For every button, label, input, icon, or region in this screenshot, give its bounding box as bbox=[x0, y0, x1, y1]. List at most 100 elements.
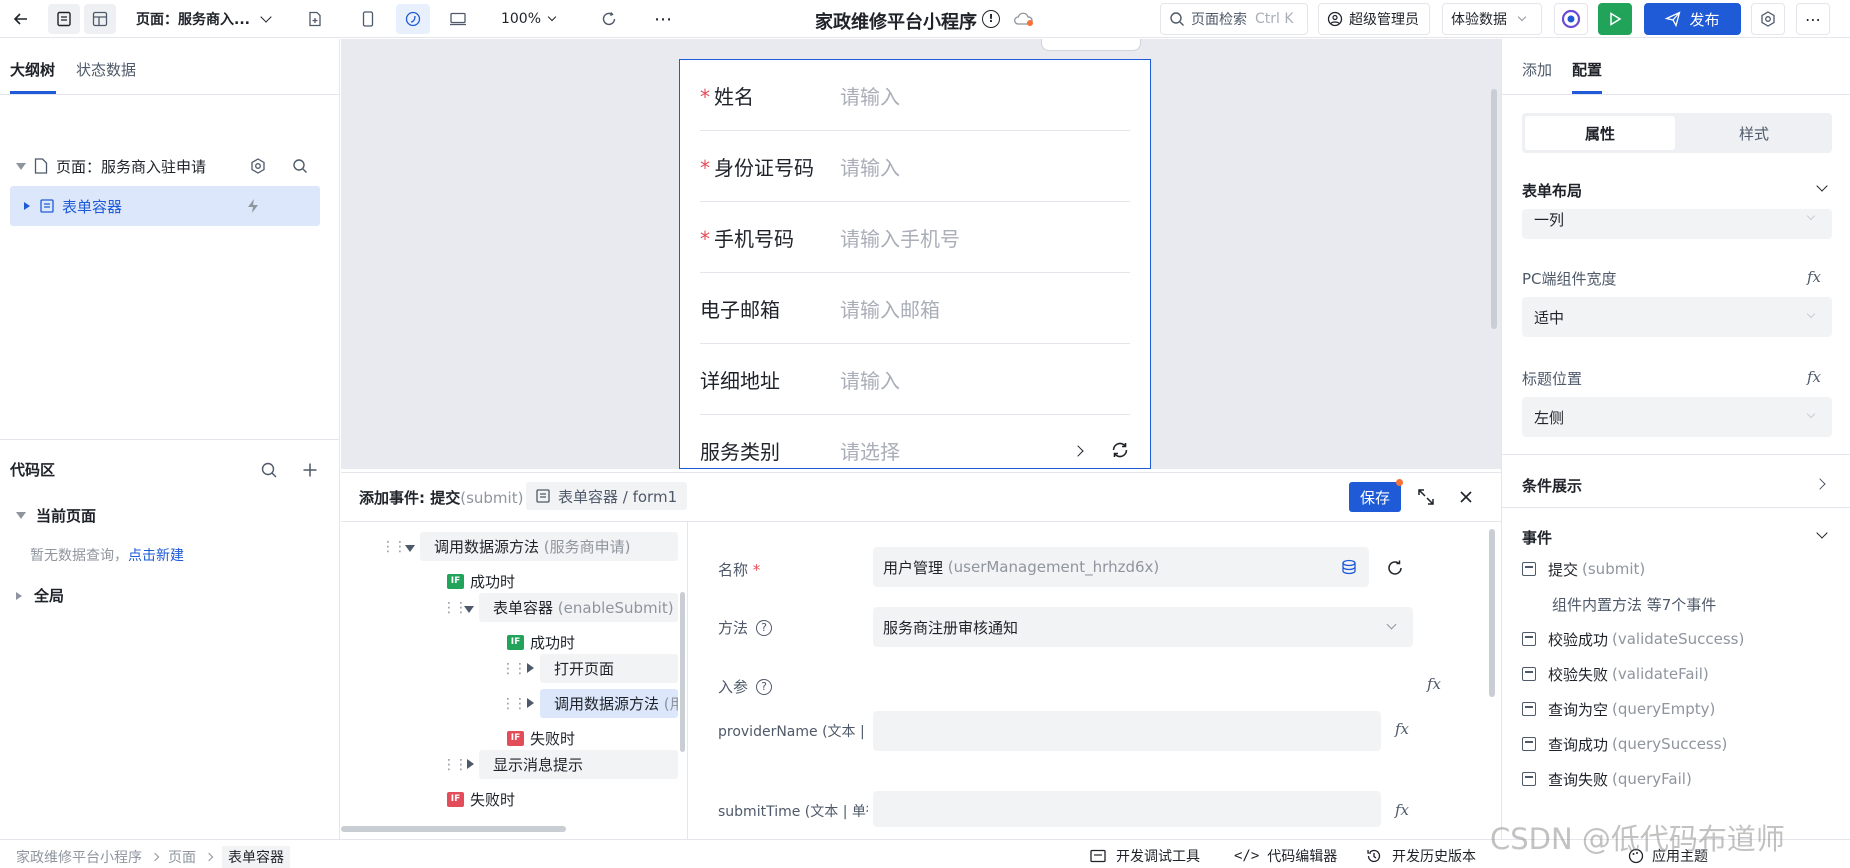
node-form-container[interactable]: 表单容器 (enableSubmit) bbox=[479, 593, 678, 622]
help-icon[interactable]: ? bbox=[756, 619, 773, 636]
event-item[interactable]: 校验成功 (validateSuccess) bbox=[1522, 627, 1744, 651]
breadcrumb-page[interactable]: 页面 bbox=[168, 847, 196, 867]
formula-icon[interactable]: fx bbox=[1395, 801, 1409, 819]
event-item[interactable]: 提交 (submit) bbox=[1522, 557, 1645, 581]
drag-handle-icon[interactable]: ⋮⋮ bbox=[381, 539, 407, 555]
node-fail[interactable]: IF 失败时 bbox=[433, 785, 515, 814]
tab-outline-tree[interactable]: 大纲树 bbox=[10, 59, 55, 80]
page-list-icon[interactable] bbox=[48, 4, 80, 34]
add-icon[interactable] bbox=[302, 462, 318, 478]
method-select[interactable]: 服务商注册审核通知 bbox=[873, 607, 1413, 647]
caret-right-icon[interactable] bbox=[467, 759, 474, 769]
role-button[interactable]: 超级管理员 bbox=[1318, 3, 1430, 35]
form-field-row[interactable]: * 姓名 请输入 bbox=[700, 60, 1130, 131]
form-field-row[interactable]: 详细地址 请输入 bbox=[700, 344, 1130, 415]
config-scrollbar[interactable] bbox=[1489, 529, 1495, 697]
drag-handle-icon[interactable]: ⋮⋮ bbox=[501, 696, 527, 712]
page-selector[interactable]: 页面：服务商入... bbox=[136, 4, 286, 34]
current-page-group[interactable]: 当前页面 bbox=[16, 505, 96, 526]
tree-scrollbar[interactable] bbox=[680, 592, 685, 752]
settings-icon[interactable] bbox=[250, 158, 266, 174]
desktop-view-icon[interactable] bbox=[442, 4, 474, 34]
database-icon[interactable] bbox=[1341, 559, 1357, 575]
event-item[interactable]: 查询成功 (querySuccess) bbox=[1522, 732, 1727, 756]
layout-icon[interactable] bbox=[84, 4, 116, 34]
node-success[interactable]: IF 成功时 bbox=[433, 567, 515, 596]
caret-down-icon[interactable] bbox=[405, 545, 415, 552]
create-query-link[interactable]: 点击新建 bbox=[128, 548, 184, 564]
mobile-view-icon[interactable] bbox=[353, 4, 383, 34]
cloud-sync-icon[interactable] bbox=[1013, 11, 1035, 31]
tab-state-data[interactable]: 状态数据 bbox=[76, 59, 136, 80]
ai-assistant-icon[interactable] bbox=[1554, 3, 1588, 35]
seg-style[interactable]: 样式 bbox=[1679, 116, 1829, 150]
search-icon[interactable] bbox=[260, 461, 278, 479]
close-icon[interactable] bbox=[1459, 490, 1473, 504]
form-field-row[interactable]: 电子邮箱 请输入邮箱 bbox=[700, 273, 1130, 344]
back-icon[interactable] bbox=[6, 4, 36, 34]
caret-right-icon[interactable] bbox=[527, 698, 534, 708]
event-item[interactable]: 组件内置方法 等7个事件 bbox=[1552, 592, 1716, 616]
data-mode-select[interactable]: 体验数据 bbox=[1442, 3, 1542, 35]
add-page-icon[interactable] bbox=[300, 4, 330, 34]
formula-icon[interactable]: fx bbox=[1807, 268, 1821, 286]
breadcrumb-form[interactable]: 表单容器 bbox=[222, 846, 290, 868]
search-icon[interactable] bbox=[292, 158, 308, 174]
formula-icon[interactable]: fx bbox=[1807, 368, 1821, 386]
event-breadcrumb[interactable]: 表单容器 / form1 bbox=[526, 482, 688, 510]
miniprogram-view-icon[interactable] bbox=[396, 4, 430, 34]
event-bolt-icon[interactable] bbox=[246, 198, 260, 214]
global-group[interactable]: 全局 bbox=[16, 585, 64, 606]
chevron-right-icon[interactable] bbox=[1072, 445, 1084, 457]
history-button[interactable]: 开发历史版本 bbox=[1366, 846, 1476, 866]
layout-select[interactable]: 一列 bbox=[1522, 209, 1832, 239]
node-call-datasource[interactable]: 调用数据源方法 (服务商申请) bbox=[420, 532, 678, 561]
form-field-input[interactable]: 请输入 bbox=[840, 81, 900, 110]
zoom-select[interactable]: 100% bbox=[497, 4, 559, 34]
node-success-inner[interactable]: IF 成功时 bbox=[493, 628, 575, 657]
breadcrumb-app[interactable]: 家政维修平台小程序 bbox=[16, 847, 142, 867]
node-fail-inner[interactable]: IF 失败时 bbox=[493, 724, 575, 753]
refresh-icon[interactable] bbox=[1110, 440, 1130, 460]
refresh-icon[interactable] bbox=[594, 4, 624, 34]
form-field-input[interactable]: 请输入 bbox=[840, 365, 900, 394]
form-field-input[interactable]: 请输入邮箱 bbox=[840, 294, 940, 323]
more-menu-icon[interactable]: ⋯ bbox=[1796, 3, 1830, 35]
info-icon[interactable]: ! bbox=[982, 10, 1000, 28]
node-call-datasource-selected[interactable]: 调用数据源方法 (用 bbox=[540, 689, 678, 718]
preview-run-button[interactable] bbox=[1598, 3, 1632, 35]
seg-attributes[interactable]: 属性 bbox=[1525, 116, 1675, 150]
formula-icon[interactable]: fx bbox=[1427, 675, 1441, 693]
form-field-input[interactable]: 请选择 bbox=[840, 436, 900, 465]
tab-config[interactable]: 配置 bbox=[1572, 59, 1602, 80]
publish-button[interactable]: 发布 bbox=[1644, 3, 1741, 35]
formula-icon[interactable]: fx bbox=[1395, 720, 1409, 738]
form-field-input[interactable]: 请输入 bbox=[840, 152, 900, 181]
form-field-input[interactable]: 请输入手机号 bbox=[840, 223, 960, 252]
title-position-select[interactable]: 左侧 bbox=[1522, 397, 1832, 437]
refresh-icon[interactable] bbox=[1386, 559, 1404, 577]
caret-right-icon[interactable] bbox=[527, 663, 534, 673]
form-field-row[interactable]: * 身份证号码 请输入 bbox=[700, 131, 1130, 202]
page-search[interactable]: 页面检索 Ctrl K bbox=[1160, 3, 1308, 35]
form-layout-title[interactable]: 表单布局 bbox=[1522, 180, 1582, 201]
chevron-down-icon[interactable] bbox=[1816, 180, 1828, 192]
settings-icon[interactable] bbox=[1751, 3, 1785, 35]
node-show-message[interactable]: 显示消息提示 bbox=[479, 750, 678, 779]
save-button[interactable]: 保存 bbox=[1349, 482, 1401, 512]
tab-add[interactable]: 添加 bbox=[1522, 59, 1552, 80]
drag-handle-icon[interactable]: ⋮⋮ bbox=[442, 757, 468, 773]
tree-item-page[interactable]: 页面：服务商入驻申请 bbox=[10, 146, 320, 186]
conditional-display-title[interactable]: 条件展示 bbox=[1522, 475, 1582, 496]
caret-down-icon[interactable] bbox=[464, 606, 474, 613]
param-provider-name-input[interactable] bbox=[873, 711, 1381, 751]
code-editor-button[interactable]: </> 代码编辑器 bbox=[1234, 846, 1337, 866]
more-icon[interactable]: ⋯ bbox=[648, 4, 678, 34]
drag-handle-icon[interactable]: ⋮⋮ bbox=[442, 600, 468, 616]
param-submit-time-input[interactable] bbox=[873, 791, 1381, 827]
app-theme-button[interactable]: 应用主题 bbox=[1628, 846, 1708, 866]
canvas-scrollbar[interactable] bbox=[1491, 89, 1497, 329]
chevron-down-icon[interactable] bbox=[1816, 527, 1828, 539]
drag-handle-icon[interactable]: ⋮⋮ bbox=[501, 661, 527, 677]
event-item[interactable]: 查询失败 (queryFail) bbox=[1522, 767, 1692, 791]
